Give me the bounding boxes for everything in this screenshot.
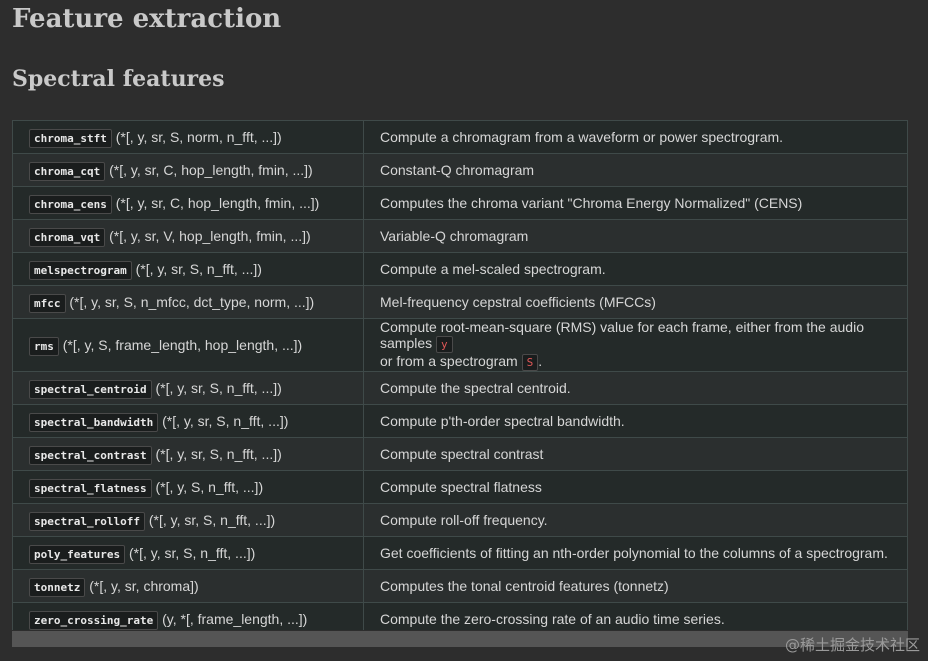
function-cell: chroma_cens (*[, y, sr, C, hop_length, f… <box>12 186 364 220</box>
function-signature: (*[, y, sr, chroma]) <box>89 578 199 594</box>
function-link[interactable]: poly_features <box>29 545 126 564</box>
inline-code-y: y <box>436 336 453 353</box>
table-row: rms (*[, y, S, frame_length, hop_length,… <box>12 318 908 372</box>
function-cell: tonnetz (*[, y, sr, chroma]) <box>12 569 364 603</box>
function-signature: (*[, y, S, frame_length, hop_length, ...… <box>62 337 303 353</box>
description-text: . <box>538 353 543 369</box>
description-cell: Compute p'th-order spectral bandwidth. <box>363 404 908 438</box>
function-link[interactable]: spectral_rolloff <box>29 512 145 531</box>
function-cell: chroma_cqt (*[, y, sr, C, hop_length, fm… <box>12 153 364 187</box>
description-cell: Compute a mel-scaled spectrogram. <box>363 252 908 286</box>
function-link[interactable]: rms <box>29 337 59 356</box>
table-row: melspectrogram (*[, y, sr, S, n_fft, ...… <box>12 252 908 286</box>
table-row: spectral_contrast (*[, y, sr, S, n_fft, … <box>12 437 908 471</box>
horizontal-scrollbar[interactable] <box>12 631 908 647</box>
table-row: chroma_vqt (*[, y, sr, V, hop_length, fm… <box>12 219 908 253</box>
function-signature: (*[, y, sr, S, n_fft, ...]) <box>148 512 276 528</box>
description-cell: Compute spectral contrast <box>363 437 908 471</box>
description-cell: Compute spectral flatness <box>363 470 908 504</box>
inline-code-s: S <box>521 354 539 371</box>
description-cell: Compute root-mean-square (RMS) value for… <box>363 318 908 372</box>
function-signature: (*[, y, sr, S, n_fft, ...]) <box>162 413 289 429</box>
function-signature: (*[, y, sr, S, n_fft, ...]) <box>155 380 282 396</box>
function-cell: mfcc (*[, y, sr, S, n_mfcc, dct_type, no… <box>12 285 364 319</box>
function-link[interactable]: chroma_stft <box>29 129 112 148</box>
table-row: spectral_bandwidth (*[, y, sr, S, n_fft,… <box>12 404 908 438</box>
function-cell: spectral_centroid (*[, y, sr, S, n_fft, … <box>12 371 364 405</box>
table-row: spectral_centroid (*[, y, sr, S, n_fft, … <box>12 371 908 405</box>
function-link[interactable]: spectral_contrast <box>29 446 152 465</box>
function-signature: (*[, y, sr, S, n_fft, ...]) <box>155 446 282 462</box>
description-cell: Compute roll-off frequency. <box>363 503 908 537</box>
function-cell: spectral_rolloff (*[, y, sr, S, n_fft, .… <box>12 503 364 537</box>
function-cell: spectral_contrast (*[, y, sr, S, n_fft, … <box>12 437 364 471</box>
function-link[interactable]: spectral_centroid <box>29 380 152 399</box>
description-cell: Variable-Q chromagram <box>363 219 908 253</box>
function-link[interactable]: melspectrogram <box>29 261 132 280</box>
function-link[interactable]: tonnetz <box>29 578 86 597</box>
function-signature: (*[, y, sr, S, n_fft, ...]) <box>135 261 262 277</box>
function-link[interactable]: spectral_flatness <box>29 479 152 498</box>
function-cell: chroma_vqt (*[, y, sr, V, hop_length, fm… <box>12 219 364 253</box>
description-cell: Mel-frequency cepstral coefficients (MFC… <box>363 285 908 319</box>
table-row: tonnetz (*[, y, sr, chroma]) Computes th… <box>12 569 908 603</box>
function-signature: (*[, y, sr, S, n_fft, ...]) <box>128 545 256 561</box>
function-cell: melspectrogram (*[, y, sr, S, n_fft, ...… <box>12 252 364 286</box>
function-signature: (*[, y, sr, S, norm, n_fft, ...]) <box>115 129 282 145</box>
function-link[interactable]: spectral_bandwidth <box>29 413 159 432</box>
function-link[interactable]: chroma_vqt <box>29 228 106 247</box>
function-signature: (*[, y, sr, C, hop_length, fmin, ...]) <box>115 195 320 211</box>
function-cell: zero_crossing_rate (y, *[, frame_length,… <box>12 602 364 630</box>
function-link[interactable]: chroma_cqt <box>29 162 106 181</box>
table-row: zero_crossing_rate (y, *[, frame_length,… <box>12 602 908 630</box>
function-cell: spectral_flatness (*[, y, S, n_fft, ...]… <box>12 470 364 504</box>
function-signature: (*[, y, S, n_fft, ...]) <box>155 479 264 495</box>
description-cell: Constant-Q chromagram <box>363 153 908 187</box>
function-table: chroma_stft (*[, y, sr, S, norm, n_fft, … <box>12 120 908 630</box>
function-signature: (*[, y, sr, S, n_mfcc, dct_type, norm, .… <box>69 294 315 310</box>
function-signature: (*[, y, sr, C, hop_length, fmin, ...]) <box>109 162 313 178</box>
description-cell: Computes the chroma variant "Chroma Ener… <box>363 186 908 220</box>
function-link[interactable]: mfcc <box>29 294 66 313</box>
description-cell: Compute the zero-crossing rate of an aud… <box>363 602 908 630</box>
table-row: spectral_flatness (*[, y, S, n_fft, ...]… <box>12 470 908 504</box>
function-cell: spectral_bandwidth (*[, y, sr, S, n_fft,… <box>12 404 364 438</box>
function-cell: rms (*[, y, S, frame_length, hop_length,… <box>12 318 364 372</box>
table-row: mfcc (*[, y, sr, S, n_mfcc, dct_type, no… <box>12 285 908 319</box>
watermark: @稀土掘金技术社区 <box>784 636 920 654</box>
function-cell: poly_features (*[, y, sr, S, n_fft, ...]… <box>12 536 364 570</box>
description-cell: Get coefficients of fitting an nth-order… <box>363 536 908 570</box>
function-link[interactable]: zero_crossing_rate <box>29 611 159 630</box>
function-cell: chroma_stft (*[, y, sr, S, norm, n_fft, … <box>12 120 364 154</box>
table-row: chroma_stft (*[, y, sr, S, norm, n_fft, … <box>12 120 908 154</box>
description-cell: Computes the tonal centroid features (to… <box>363 569 908 603</box>
page-title: Feature extraction <box>12 4 282 34</box>
table-row: chroma_cens (*[, y, sr, C, hop_length, f… <box>12 186 908 220</box>
description-cell: Compute the spectral centroid. <box>363 371 908 405</box>
function-link[interactable]: chroma_cens <box>29 195 112 214</box>
description-cell: Compute a chromagram from a waveform or … <box>363 120 908 154</box>
table-row: spectral_rolloff (*[, y, sr, S, n_fft, .… <box>12 503 908 537</box>
description-text: or from a spectrogram <box>380 353 518 369</box>
function-signature: (y, *[, frame_length, ...]) <box>162 611 308 627</box>
function-signature: (*[, y, sr, V, hop_length, fmin, ...]) <box>109 228 311 244</box>
table-row: chroma_cqt (*[, y, sr, C, hop_length, fm… <box>12 153 908 187</box>
table-row: poly_features (*[, y, sr, S, n_fft, ...]… <box>12 536 908 570</box>
spectral-features-table: chroma_stft (*[, y, sr, S, norm, n_fft, … <box>12 120 908 630</box>
section-title: Spectral features <box>12 66 225 92</box>
